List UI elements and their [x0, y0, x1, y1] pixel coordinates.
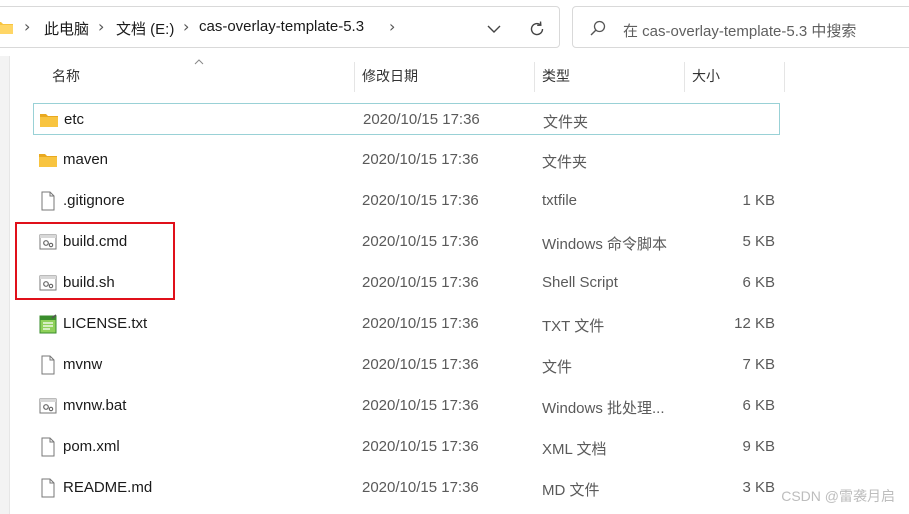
file-icon — [38, 355, 58, 375]
column-header-type[interactable]: 类型 — [542, 66, 570, 86]
column-divider[interactable] — [784, 62, 785, 92]
file-row[interactable]: pom.xml 2020/10/15 17:36 XML 文档 9 KB — [33, 431, 780, 463]
file-size: 12 KB — [734, 315, 775, 332]
file-name[interactable]: LICENSE.txt — [63, 315, 147, 332]
search-input[interactable]: 在 cas-overlay-template-5.3 中搜索 — [623, 20, 856, 41]
file-row[interactable]: maven 2020/10/15 17:36 文件夹 — [33, 144, 780, 176]
file-size: 5 KB — [742, 233, 775, 250]
file-date-modified: 2020/10/15 17:36 — [362, 151, 479, 168]
file-date-modified: 2020/10/15 17:36 — [362, 397, 479, 414]
file-name[interactable]: mvnw.bat — [63, 397, 126, 414]
column-header-size[interactable]: 大小 — [692, 66, 720, 86]
file-row[interactable]: etc 2020/10/15 17:36 文件夹 — [33, 103, 780, 135]
file-row[interactable]: .gitignore 2020/10/15 17:36 txtfile 1 KB — [33, 185, 780, 217]
address-toolbar: › 此电脑 › 文档 (E:) › cas-overlay-template-5… — [0, 0, 909, 56]
file-type: Windows 批处理... — [542, 400, 665, 417]
file-size: 6 KB — [742, 397, 775, 414]
refresh-icon — [530, 21, 544, 36]
column-header-date[interactable]: 修改日期 — [362, 66, 418, 86]
file-name[interactable]: etc — [64, 111, 84, 128]
folder-icon — [38, 150, 58, 170]
file-type: Windows 命令脚本 — [542, 236, 668, 253]
breadcrumb-this-pc[interactable]: 此电脑 — [44, 18, 89, 39]
file-icon — [38, 191, 58, 211]
file-type: XML 文档 — [542, 441, 607, 458]
watermark: CSDN @雷袭月启 — [781, 488, 895, 504]
breadcrumb-current-folder[interactable]: cas-overlay-template-5.3 — [199, 18, 364, 35]
file-type: 文件夹 — [542, 154, 588, 171]
file-name[interactable]: README.md — [63, 479, 152, 496]
file-date-modified: 2020/10/15 17:36 — [362, 274, 479, 291]
sort-ascending-icon — [194, 59, 204, 65]
folder-icon — [39, 110, 59, 130]
chevron-right-icon[interactable]: › — [183, 17, 189, 36]
file-row[interactable]: README.md 2020/10/15 17:36 MD 文件 3 KB — [33, 472, 780, 504]
column-divider[interactable] — [534, 62, 535, 92]
file-icon — [38, 437, 58, 457]
notepad-icon — [38, 314, 58, 334]
file-name[interactable]: maven — [63, 151, 108, 168]
file-icon — [38, 478, 58, 498]
file-name[interactable]: mvnw — [63, 356, 102, 373]
chevron-right-icon[interactable]: › — [389, 17, 395, 36]
file-size: 3 KB — [742, 479, 775, 496]
file-date-modified: 2020/10/15 17:36 — [362, 438, 479, 455]
file-size: 6 KB — [742, 274, 775, 291]
file-row[interactable]: mvnw 2020/10/15 17:36 文件 7 KB — [33, 349, 780, 381]
file-date-modified: 2020/10/15 17:36 — [362, 356, 479, 373]
refresh-button[interactable] — [527, 19, 547, 39]
file-date-modified: 2020/10/15 17:36 — [363, 111, 480, 128]
file-type: TXT 文件 — [542, 318, 605, 335]
chevron-right-icon[interactable]: › — [98, 17, 104, 36]
chevron-right-icon[interactable]: › — [24, 17, 30, 36]
annotation-highlight-box — [15, 222, 175, 300]
file-date-modified: 2020/10/15 17:36 — [362, 233, 479, 250]
address-bar[interactable]: › 此电脑 › 文档 (E:) › cas-overlay-template-5… — [0, 6, 560, 48]
file-row[interactable]: LICENSE.txt 2020/10/15 17:36 TXT 文件 12 KB — [33, 308, 780, 340]
file-date-modified: 2020/10/15 17:36 — [362, 315, 479, 332]
script-icon — [38, 396, 58, 416]
breadcrumb-drive-e[interactable]: 文档 (E:) — [116, 18, 174, 39]
file-type: txtfile — [542, 192, 578, 209]
search-icon — [590, 20, 606, 36]
file-type: MD 文件 — [542, 482, 600, 499]
file-name[interactable]: .gitignore — [63, 192, 125, 209]
file-type: Shell Script — [542, 274, 618, 291]
chevron-down-icon — [487, 25, 501, 33]
navigation-pane-edge[interactable] — [0, 56, 10, 514]
column-divider[interactable] — [354, 62, 355, 92]
file-row[interactable]: mvnw.bat 2020/10/15 17:36 Windows 批处理... 6 … — [33, 390, 780, 422]
file-date-modified: 2020/10/15 17:36 — [362, 192, 479, 209]
file-type: 文件 — [542, 359, 573, 376]
file-size: 1 KB — [742, 192, 775, 209]
file-size: 9 KB — [742, 438, 775, 455]
column-divider[interactable] — [684, 62, 685, 92]
file-name[interactable]: pom.xml — [63, 438, 120, 455]
file-date-modified: 2020/10/15 17:36 — [362, 479, 479, 496]
file-size: 7 KB — [742, 356, 775, 373]
history-dropdown-button[interactable] — [484, 19, 504, 39]
search-box[interactable]: 在 cas-overlay-template-5.3 中搜索 — [572, 6, 909, 48]
file-type: 文件夹 — [543, 114, 589, 131]
column-header-name[interactable]: 名称 — [52, 66, 80, 86]
folder-icon — [0, 22, 13, 34]
